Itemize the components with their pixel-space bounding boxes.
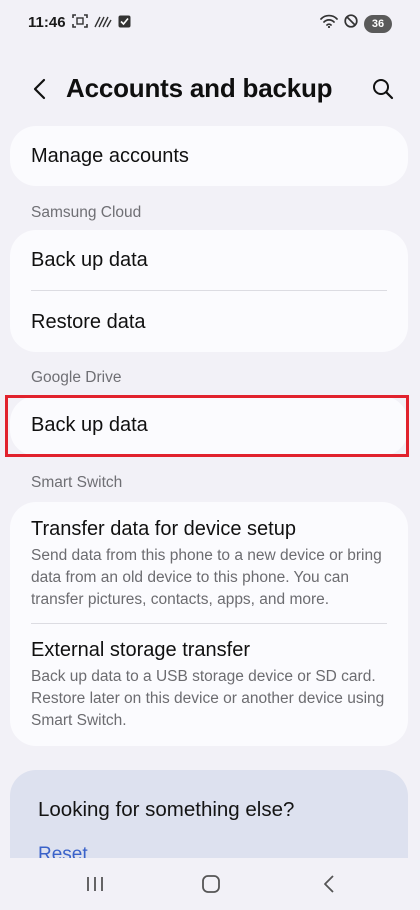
checkbox-icon [118,15,131,33]
home-button[interactable] [195,870,227,902]
battery-badge: 36 [364,14,392,33]
samsung-cloud-backup-label: Back up data [31,249,148,271]
section-header-google-drive: Google Drive [31,369,122,386]
back-arrow-icon [32,78,46,105]
back-button[interactable] [22,74,56,108]
samsung-cloud-restore-item[interactable]: Restore data [10,291,408,352]
google-drive-backup-label: Back up data [31,414,148,436]
status-right-icons: 36 [320,14,392,33]
status-time: 11:46 [28,14,66,31]
screenshot-icon [72,14,88,33]
section-header-samsung-cloud: Samsung Cloud [31,204,142,221]
app-header: Accounts and backup [0,60,420,122]
samsung-cloud-restore-label: Restore data [31,311,146,333]
external-storage-item[interactable]: External storage transfer Back up data t… [10,624,408,746]
nfc-icon [94,15,112,33]
recents-icon [86,876,104,897]
search-button[interactable] [366,74,400,108]
wifi-icon [320,14,338,33]
page-title: Accounts and backup [66,73,333,103]
back-icon [323,874,335,898]
manage-accounts-item[interactable]: Manage accounts [10,126,408,186]
samsung-cloud-backup-item[interactable]: Back up data [10,230,408,291]
recents-button[interactable] [79,870,111,902]
home-icon [201,874,221,899]
transfer-data-item[interactable]: Transfer data for device setup Send data… [10,502,408,624]
navigation-bar [0,858,420,910]
manage-accounts-card: Manage accounts [10,126,408,186]
dnd-icon [344,14,358,33]
google-drive-card: Back up data [10,396,408,456]
external-storage-description: Back up data to a USB storage device or … [31,668,385,729]
transfer-data-label: Transfer data for device setup [31,518,296,540]
google-drive-backup-item[interactable]: Back up data [10,396,408,456]
external-storage-label: External storage transfer [31,639,250,661]
samsung-cloud-card: Back up data Restore data [10,230,408,352]
smart-switch-card: Transfer data for device setup Send data… [10,502,408,746]
manage-accounts-label: Manage accounts [31,145,189,167]
status-left-icons [72,14,131,33]
nav-back-button[interactable] [313,870,345,902]
transfer-data-description: Send data from this phone to a new devic… [31,547,382,608]
status-bar: 11:46 36 [0,0,420,46]
search-icon [372,78,394,105]
section-header-smart-switch: Smart Switch [31,474,123,491]
suggestions-title: Looking for something else? [38,798,295,821]
